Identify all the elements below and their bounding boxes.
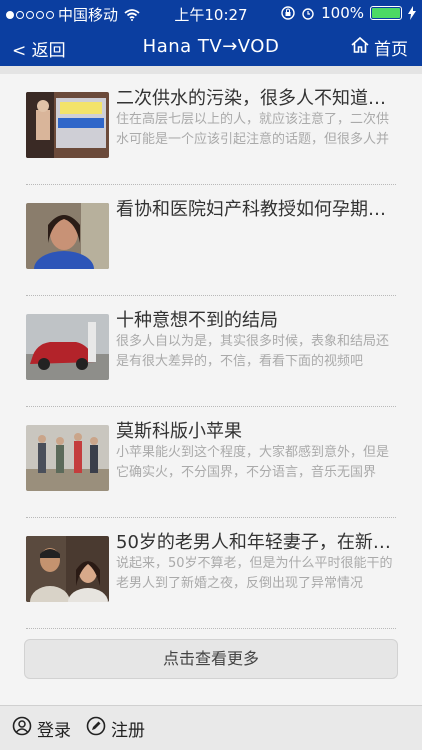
- list-item[interactable]: 二次供水的污染，很多人不知道的健康隐患 住在高层七层以上的人，就应该注意了，二次…: [26, 74, 396, 185]
- edit-icon: [86, 716, 106, 741]
- article-description: 小苹果能火到这个程度，大家都感到意外，但是它确实火，不分国界，不分语言，音乐无国…: [116, 445, 390, 480]
- home-label: 首页: [374, 40, 408, 60]
- register-label: 注册: [111, 721, 145, 741]
- home-button[interactable]: 首页: [350, 35, 408, 60]
- user-icon: [12, 716, 32, 741]
- list-item[interactable]: 50岁的老男人和年轻妻子，在新婚之夜 说起来，50岁不算老，但是为什么平时很能干…: [26, 518, 396, 629]
- load-more-button[interactable]: 点击查看更多: [24, 639, 398, 679]
- register-button[interactable]: 注册: [86, 716, 145, 741]
- article-title: 莫斯科版小苹果: [116, 421, 242, 442]
- battery-icon: [370, 6, 402, 20]
- article-title: 50岁的老男人和年轻妻子，在新婚之夜: [116, 532, 394, 553]
- article-title: 二次供水的污染，很多人不知道的健康隐患: [116, 88, 394, 109]
- thumbnail-image: [26, 314, 109, 380]
- list-item[interactable]: 十种意想不到的结局 很多人自以为是，其实很多时候，表象和结局还是有很大差异的，不…: [26, 296, 396, 407]
- home-icon: [350, 36, 370, 59]
- list-item[interactable]: 看协和医院妇产科教授如何孕期保健: [26, 185, 396, 296]
- charging-icon: [408, 6, 416, 20]
- list-item[interactable]: 莫斯科版小苹果 小苹果能火到这个程度，大家都感到意外，但是它确实火，不分国界，不…: [26, 407, 396, 518]
- alarm-icon: [301, 6, 315, 20]
- battery-percent: 100%: [321, 4, 364, 22]
- article-list: 二次供水的污染，很多人不知道的健康隐患 住在高层七层以上的人，就应该注意了，二次…: [0, 74, 422, 629]
- thumbnail-image: [26, 536, 109, 602]
- login-label: 登录: [37, 721, 71, 741]
- article-description: 说起来，50岁不算老，但是为什么平时很能干的老男人到了新婚之夜，反倒出现了异常情…: [116, 556, 393, 591]
- thumbnail-image: [26, 203, 109, 269]
- article-title: 十种意想不到的结局: [116, 310, 278, 331]
- login-button[interactable]: 登录: [12, 716, 71, 741]
- article-title: 看协和医院妇产科教授如何孕期保健: [116, 199, 394, 220]
- article-description: 住在高层七层以上的人，就应该注意了，二次供水可能是一个应该引起注意的话题，但很多…: [116, 112, 390, 147]
- orientation-lock-icon: [281, 6, 295, 20]
- list-top-shade: [0, 66, 422, 74]
- article-description: 很多人自以为是，其实很多时候，表象和结局还是有很大差异的，不信，看看下面的视频吧: [116, 334, 390, 369]
- footer-bar: 登录 注册: [0, 705, 422, 750]
- status-bar: 中国移动 上午10:27 100%: [0, 0, 422, 28]
- thumbnail-image: [26, 425, 109, 491]
- status-right: 100%: [281, 4, 416, 22]
- thumbnail-image: [26, 92, 109, 158]
- navigation-bar: < 返回 Hana TV→VOD 首页: [0, 28, 422, 66]
- article-description: [116, 221, 394, 261]
